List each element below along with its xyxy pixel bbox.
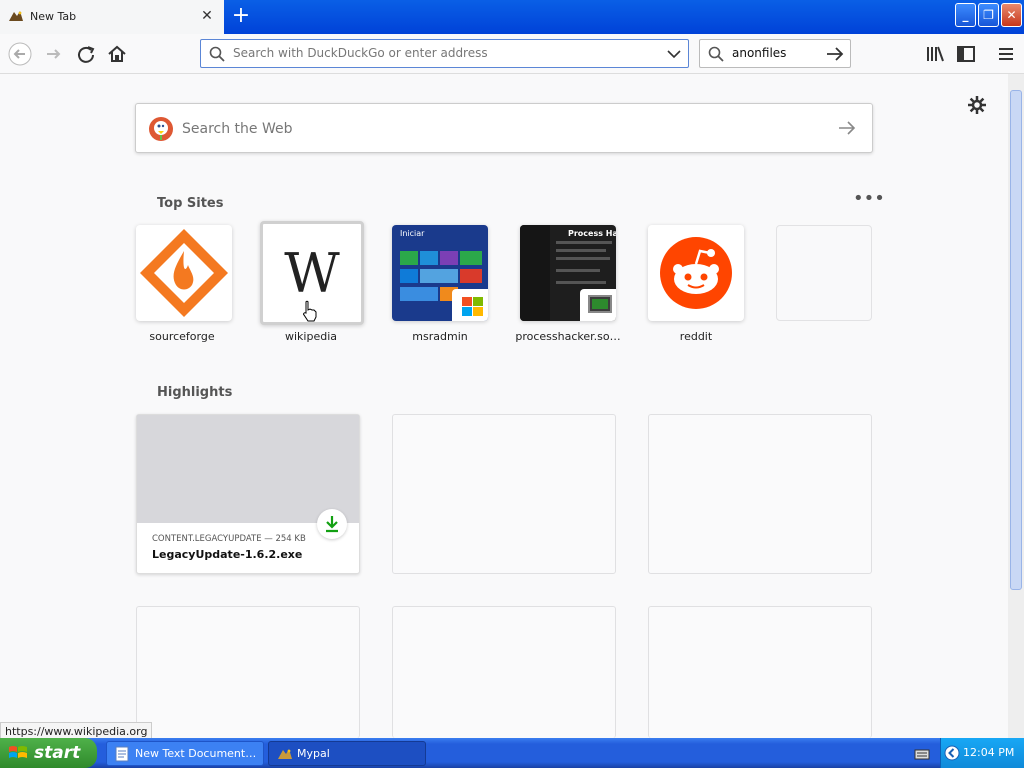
reload-icon[interactable] <box>74 42 98 66</box>
reddit-logo-icon <box>660 237 732 309</box>
search-icon <box>708 46 724 62</box>
home-icon[interactable] <box>105 42 129 66</box>
tab-title: New Tab <box>30 10 77 23</box>
highlight-card-thumbnail <box>137 415 359 523</box>
windows-logo-icon <box>452 289 488 321</box>
processhacker-logo-icon <box>580 289 616 321</box>
mypal-icon <box>278 749 292 759</box>
duckduckgo-logo-icon <box>149 117 173 141</box>
start-button[interactable]: start <box>0 738 97 768</box>
highlights-heading: Highlights <box>157 385 233 400</box>
top-site-tile-processhacker[interactable]: Process Hack <box>520 225 616 321</box>
top-site-label[interactable]: reddit <box>641 330 751 343</box>
tray-expand-icon[interactable] <box>944 745 960 761</box>
gear-icon[interactable] <box>966 94 988 116</box>
highlight-card-empty <box>648 606 872 738</box>
taskbar-item-mypal[interactable]: Mypal <box>268 741 426 766</box>
download-badge <box>317 509 347 539</box>
start-label: start <box>34 743 81 763</box>
more-options-icon[interactable]: ••• <box>853 190 885 212</box>
navigation-toolbar: Search with DuckDuckGo or enter address … <box>0 34 1024 74</box>
search-icon <box>209 46 225 62</box>
tab-close-icon[interactable]: ✕ <box>199 8 215 24</box>
library-icon[interactable] <box>923 42 947 66</box>
top-site-tile-wikipedia[interactable]: W <box>260 221 364 325</box>
highlight-card-empty <box>648 414 872 574</box>
close-window-button[interactable]: ✕ <box>1001 3 1022 27</box>
highlight-card-empty <box>136 606 360 738</box>
highlight-card-empty <box>392 414 616 574</box>
search-bar[interactable]: anonfiles <box>699 39 851 68</box>
address-bar-placeholder: Search with DuckDuckGo or enter address <box>233 46 488 60</box>
top-site-tile-empty[interactable] <box>776 225 872 321</box>
scrollbar-thumb[interactable] <box>1010 90 1022 590</box>
taskbar-item-label: New Text Document.... <box>135 747 257 760</box>
keyboard-icon[interactable] <box>914 746 930 760</box>
new-tab-plus-icon[interactable]: + <box>228 4 254 30</box>
windows-flag-icon <box>9 746 27 758</box>
top-site-label[interactable]: sourceforge <box>127 330 237 343</box>
top-site-tile-sourceforge[interactable] <box>136 225 232 321</box>
sourceforge-logo-icon <box>140 229 228 317</box>
download-icon <box>326 516 338 533</box>
top-site-label[interactable]: processhacker.so… <box>513 330 623 343</box>
tab-new-tab[interactable]: New Tab ✕ <box>0 0 224 34</box>
top-sites-heading: Top Sites <box>157 196 224 211</box>
web-search-placeholder: Search the Web <box>182 121 293 137</box>
hand-cursor-icon <box>303 300 317 322</box>
chevron-down-icon[interactable] <box>667 49 681 59</box>
msradmin-thumb-text: Iniciar <box>400 229 425 238</box>
wikipedia-logo-icon: W <box>284 242 340 305</box>
taskbar-item-notepad[interactable]: New Text Document.... <box>106 741 264 766</box>
minimize-button[interactable]: _ <box>955 3 976 27</box>
top-site-tile-msradmin[interactable]: Iniciar <box>392 225 488 321</box>
taskbar-clock: 12:04 PM <box>963 746 1015 759</box>
submit-arrow-icon[interactable] <box>838 120 856 136</box>
highlight-card-empty <box>392 606 616 738</box>
top-site-tile-reddit[interactable] <box>648 225 744 321</box>
highlight-card-source: CONTENT.LEGACYUPDATE — 254 KB <box>152 534 306 544</box>
sidebar-icon[interactable] <box>954 42 978 66</box>
search-bar-value: anonfiles <box>732 46 787 60</box>
address-bar[interactable]: Search with DuckDuckGo or enter address <box>200 39 689 68</box>
notepad-icon <box>115 746 129 762</box>
back-arrow-icon[interactable] <box>8 42 32 66</box>
restore-button[interactable]: ❐ <box>978 3 999 27</box>
highlight-card[interactable]: CONTENT.LEGACYUPDATE — 254 KB LegacyUpda… <box>136 414 360 574</box>
mypal-favicon-icon <box>9 11 23 21</box>
go-arrow-icon[interactable] <box>826 46 844 62</box>
hamburger-menu-icon[interactable] <box>994 42 1018 66</box>
highlight-card-title: LegacyUpdate-1.6.2.exe <box>152 548 303 561</box>
system-tray: 12:04 PM <box>940 738 1024 768</box>
taskbar-item-label: Mypal <box>297 747 330 760</box>
top-site-label[interactable]: msradmin <box>385 330 495 343</box>
web-search-box[interactable]: Search the Web <box>135 103 873 153</box>
forward-arrow-icon[interactable] <box>42 42 66 66</box>
top-site-label[interactable]: wikipedia <box>256 330 366 343</box>
processhacker-thumb-text: Process Hack <box>568 229 616 238</box>
